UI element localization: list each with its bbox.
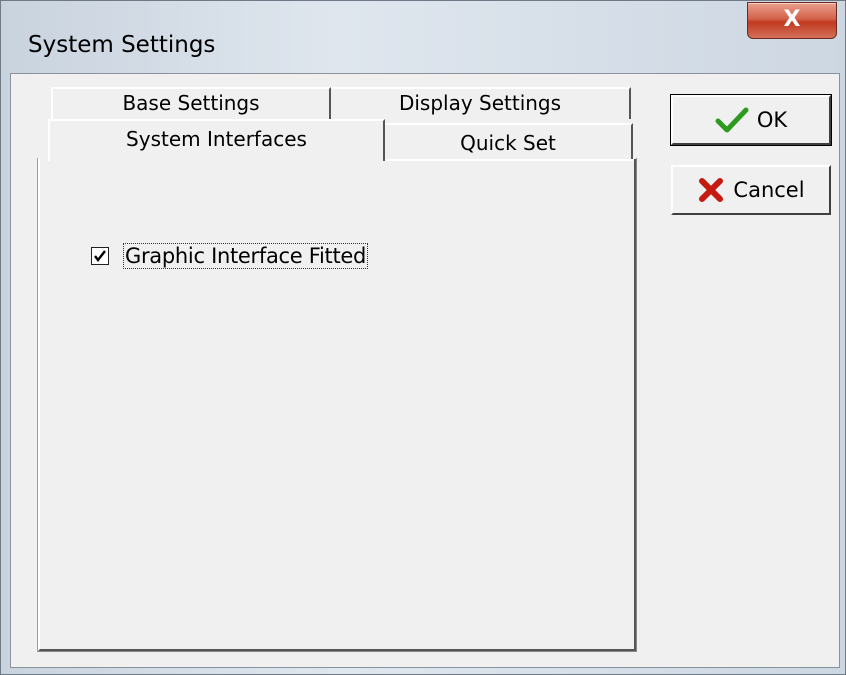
tab-base-settings[interactable]: Base Settings bbox=[51, 87, 331, 119]
checkmark-icon bbox=[94, 250, 106, 262]
tab-panel bbox=[37, 158, 637, 652]
close-icon: X bbox=[783, 7, 801, 32]
window-title: System Settings bbox=[28, 32, 216, 58]
ok-button[interactable]: OK bbox=[670, 94, 832, 146]
graphic-interface-label[interactable]: Graphic Interface Fitted bbox=[123, 243, 369, 269]
graphic-interface-option[interactable]: Graphic Interface Fitted bbox=[91, 239, 369, 273]
close-button[interactable]: X bbox=[747, 2, 837, 39]
dialog-window: System Settings X Base Settings Display … bbox=[0, 0, 846, 675]
tab-quick-set[interactable]: Quick Set bbox=[385, 123, 633, 159]
tab-system-interfaces[interactable]: System Interfaces bbox=[48, 119, 385, 161]
red-x-icon bbox=[697, 176, 725, 204]
tab-display-settings[interactable]: Display Settings bbox=[331, 87, 631, 119]
checkmark-icon bbox=[715, 107, 749, 133]
cancel-button[interactable]: Cancel bbox=[671, 165, 831, 215]
tab-divider bbox=[385, 159, 633, 161]
cancel-button-label: Cancel bbox=[733, 178, 805, 202]
title-bar[interactable]: System Settings X bbox=[1, 1, 845, 73]
graphic-interface-checkbox[interactable] bbox=[91, 247, 109, 265]
ok-button-label: OK bbox=[756, 108, 788, 132]
